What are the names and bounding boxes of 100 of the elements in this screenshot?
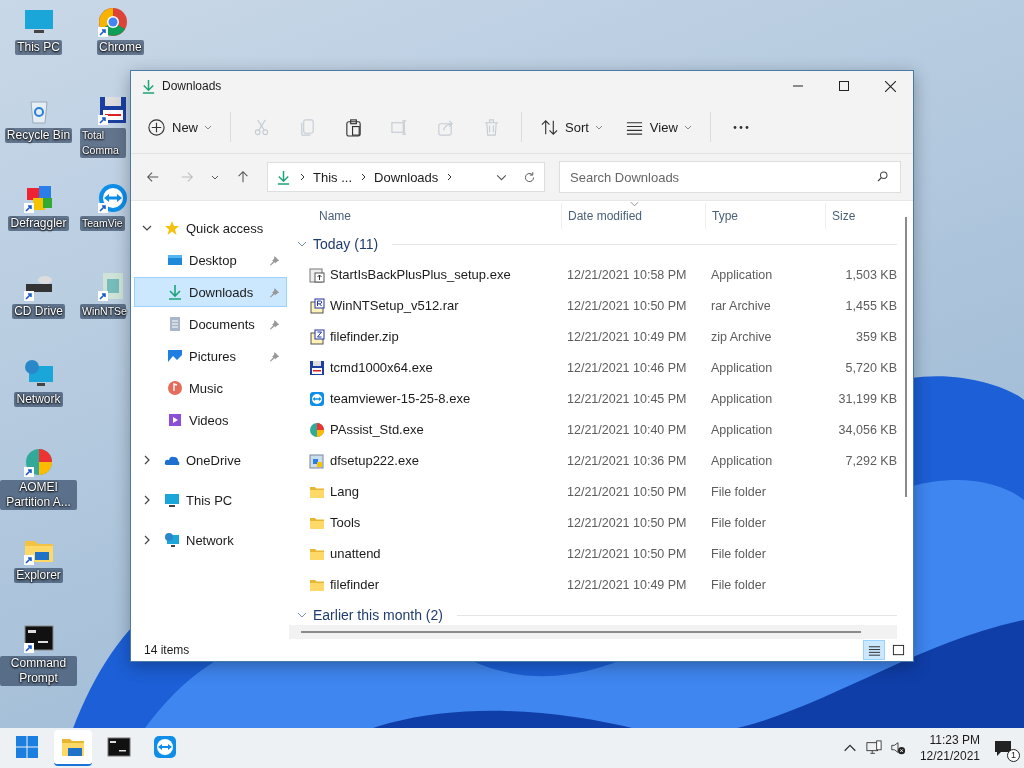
desktop-icon-label[interactable]: AOMEI Partition A...: [0, 480, 77, 510]
column-header[interactable]: Date modified: [561, 203, 705, 229]
desktop-icon-label[interactable]: Command Prompt: [0, 656, 77, 686]
group-header[interactable]: Today (11): [313, 236, 379, 252]
sidebar-item[interactable]: Pictures: [134, 341, 287, 371]
file-name[interactable]: dfsetup222.exe: [330, 453, 419, 468]
sidebar-item[interactable]: Music: [134, 373, 287, 403]
type-cell-text: Application: [710, 391, 774, 406]
type-cell-text: Application: [710, 267, 774, 282]
colorful-disc-icon[interactable]: [22, 446, 55, 478]
breadcrumb[interactable]: Downloads: [374, 169, 439, 185]
desktop-icon-label[interactable]: This PC: [15, 40, 62, 55]
music-icon: [167, 380, 183, 396]
sidebar-item[interactable]: This PC: [186, 492, 233, 508]
item-count: 14 items: [144, 643, 190, 657]
horizontal-scrollbar[interactable]: [289, 625, 897, 639]
browser-icon[interactable]: [97, 6, 129, 38]
address-bar[interactable]: This ... Downloads: [267, 162, 545, 192]
taskbar-folder-button[interactable]: [54, 730, 92, 766]
chevron-icon: [445, 173, 454, 181]
desktop-icon-label[interactable]: WinNTSe: [80, 304, 126, 319]
date-modified-cell-text: 12/21/2021 10:50 PM: [566, 484, 688, 499]
date-modified-cell-text: 12/21/2021 10:50 PM: [566, 298, 688, 313]
terminal-icon[interactable]: [22, 622, 55, 654]
colorful-disc-icon: [309, 421, 325, 438]
expand-chevron-icon[interactable]: [142, 223, 152, 233]
size-cell: 7,292 KB: [845, 453, 897, 468]
details-view-button[interactable]: [863, 640, 885, 660]
file-name[interactable]: teamviewer-15-25-8.exe: [330, 391, 471, 406]
sidebar-item[interactable]: Quick access: [186, 220, 264, 236]
expand-chevron-icon[interactable]: [142, 455, 152, 465]
type-cell-text: File folder: [710, 546, 767, 561]
column-header[interactable]: Type: [705, 203, 825, 229]
file-name[interactable]: tcmd1000x64.exe: [330, 360, 433, 375]
group-chevron-icon[interactable]: [297, 239, 307, 249]
desktop-icon-label[interactable]: CD Drive: [12, 304, 65, 319]
file-name[interactable]: WinNTSetup_v512.rar: [330, 298, 459, 313]
file-name[interactable]: unattend: [330, 546, 381, 561]
up-arrow-icon: [236, 170, 250, 184]
chevron-icon: [359, 173, 367, 181]
column-header[interactable]: Size: [825, 203, 897, 229]
view-button[interactable]: View: [616, 110, 700, 144]
group-chevron-icon[interactable]: [297, 610, 307, 620]
size-cell: 34,056 KB: [838, 422, 897, 437]
breadcrumb[interactable]: This ...: [313, 169, 352, 185]
new-button[interactable]: New: [139, 110, 220, 144]
clock-date[interactable]: 12/21/2021: [919, 748, 980, 764]
size-cell: 31,199 KB: [838, 391, 897, 406]
column-header[interactable]: Name: [289, 203, 561, 229]
sort-button[interactable]: Sort: [532, 110, 611, 144]
clock-time[interactable]: 11:23 PM: [929, 732, 980, 748]
file-name[interactable]: Lang: [330, 484, 359, 499]
speaker-muted-icon[interactable]: [889, 740, 906, 756]
video-icon: [167, 412, 183, 428]
date-modified-cell-text: 12/21/2021 10:45 PM: [566, 391, 688, 406]
download-icon: [276, 169, 291, 185]
type-cell-text: Application: [710, 360, 774, 375]
desktop-icon-label[interactable]: Total Comma: [80, 128, 126, 158]
sidebar-item[interactable]: Videos: [134, 405, 287, 435]
expand-chevron-icon[interactable]: [142, 495, 152, 505]
expand-chevron-icon[interactable]: [142, 535, 152, 545]
type-cell-text: rar Archive: [710, 298, 772, 313]
selected-sidebar-item[interactable]: Downloads: [134, 277, 287, 307]
network-icon[interactable]: [865, 740, 882, 756]
file-name[interactable]: filefinder.zip: [330, 329, 399, 344]
installer-icon: [309, 266, 325, 283]
desktop-icon-label[interactable]: Chrome: [97, 40, 144, 55]
picture-icon: [167, 348, 183, 364]
date-modified-cell-text: 12/21/2021 10:40 PM: [566, 422, 688, 437]
chevron-down-icon: [683, 123, 692, 131]
type-cell-text: File folder: [710, 515, 767, 530]
desktop-icon-label[interactable]: Recycle Bin: [4, 128, 73, 143]
vertical-scrollbar[interactable]: [905, 217, 907, 497]
sidebar-item[interactable]: Documents: [134, 309, 287, 339]
chevron-down-icon: [594, 123, 603, 131]
arrows-circle-icon[interactable]: [97, 182, 129, 214]
file-name[interactable]: PAssist_Std.exe: [330, 422, 424, 437]
date-modified-cell-text: 12/21/2021 10:58 PM: [566, 267, 688, 282]
sidebar-item[interactable]: Desktop: [134, 245, 287, 275]
desktop-icon-label[interactable]: Defraggler: [8, 216, 69, 231]
date-modified-cell-text: 12/21/2021 10:49 PM: [566, 329, 688, 344]
desktop-icon-label[interactable]: TeamVie: [80, 216, 125, 231]
type-cell-text: zip Archive: [710, 329, 773, 344]
chevron-icon: [298, 173, 306, 181]
sidebar-item[interactable]: Network: [186, 532, 234, 548]
group-header[interactable]: Earlier this month (2): [313, 607, 443, 623]
terminal-icon: [107, 735, 131, 759]
search-field[interactable]: Search Downloads: [559, 161, 901, 193]
document-icon: [167, 316, 183, 332]
desktop-icon-label[interactable]: Network: [14, 392, 63, 407]
file-name[interactable]: Tools: [330, 515, 361, 530]
file-name[interactable]: filefinder: [330, 577, 380, 592]
notification-icon[interactable]: [994, 739, 1012, 757]
date-modified-cell-text: 12/21/2021 10:50 PM: [566, 546, 688, 561]
refresh-icon[interactable]: [523, 170, 536, 184]
network-monitor-icon: [164, 532, 180, 548]
sidebar-item[interactable]: OneDrive: [186, 452, 241, 468]
file-name[interactable]: StartIsBackPlusPlus_setup.exe: [330, 267, 511, 282]
desktop-icon-label[interactable]: Explorer: [14, 568, 63, 583]
type-cell-text: File folder: [710, 577, 767, 592]
